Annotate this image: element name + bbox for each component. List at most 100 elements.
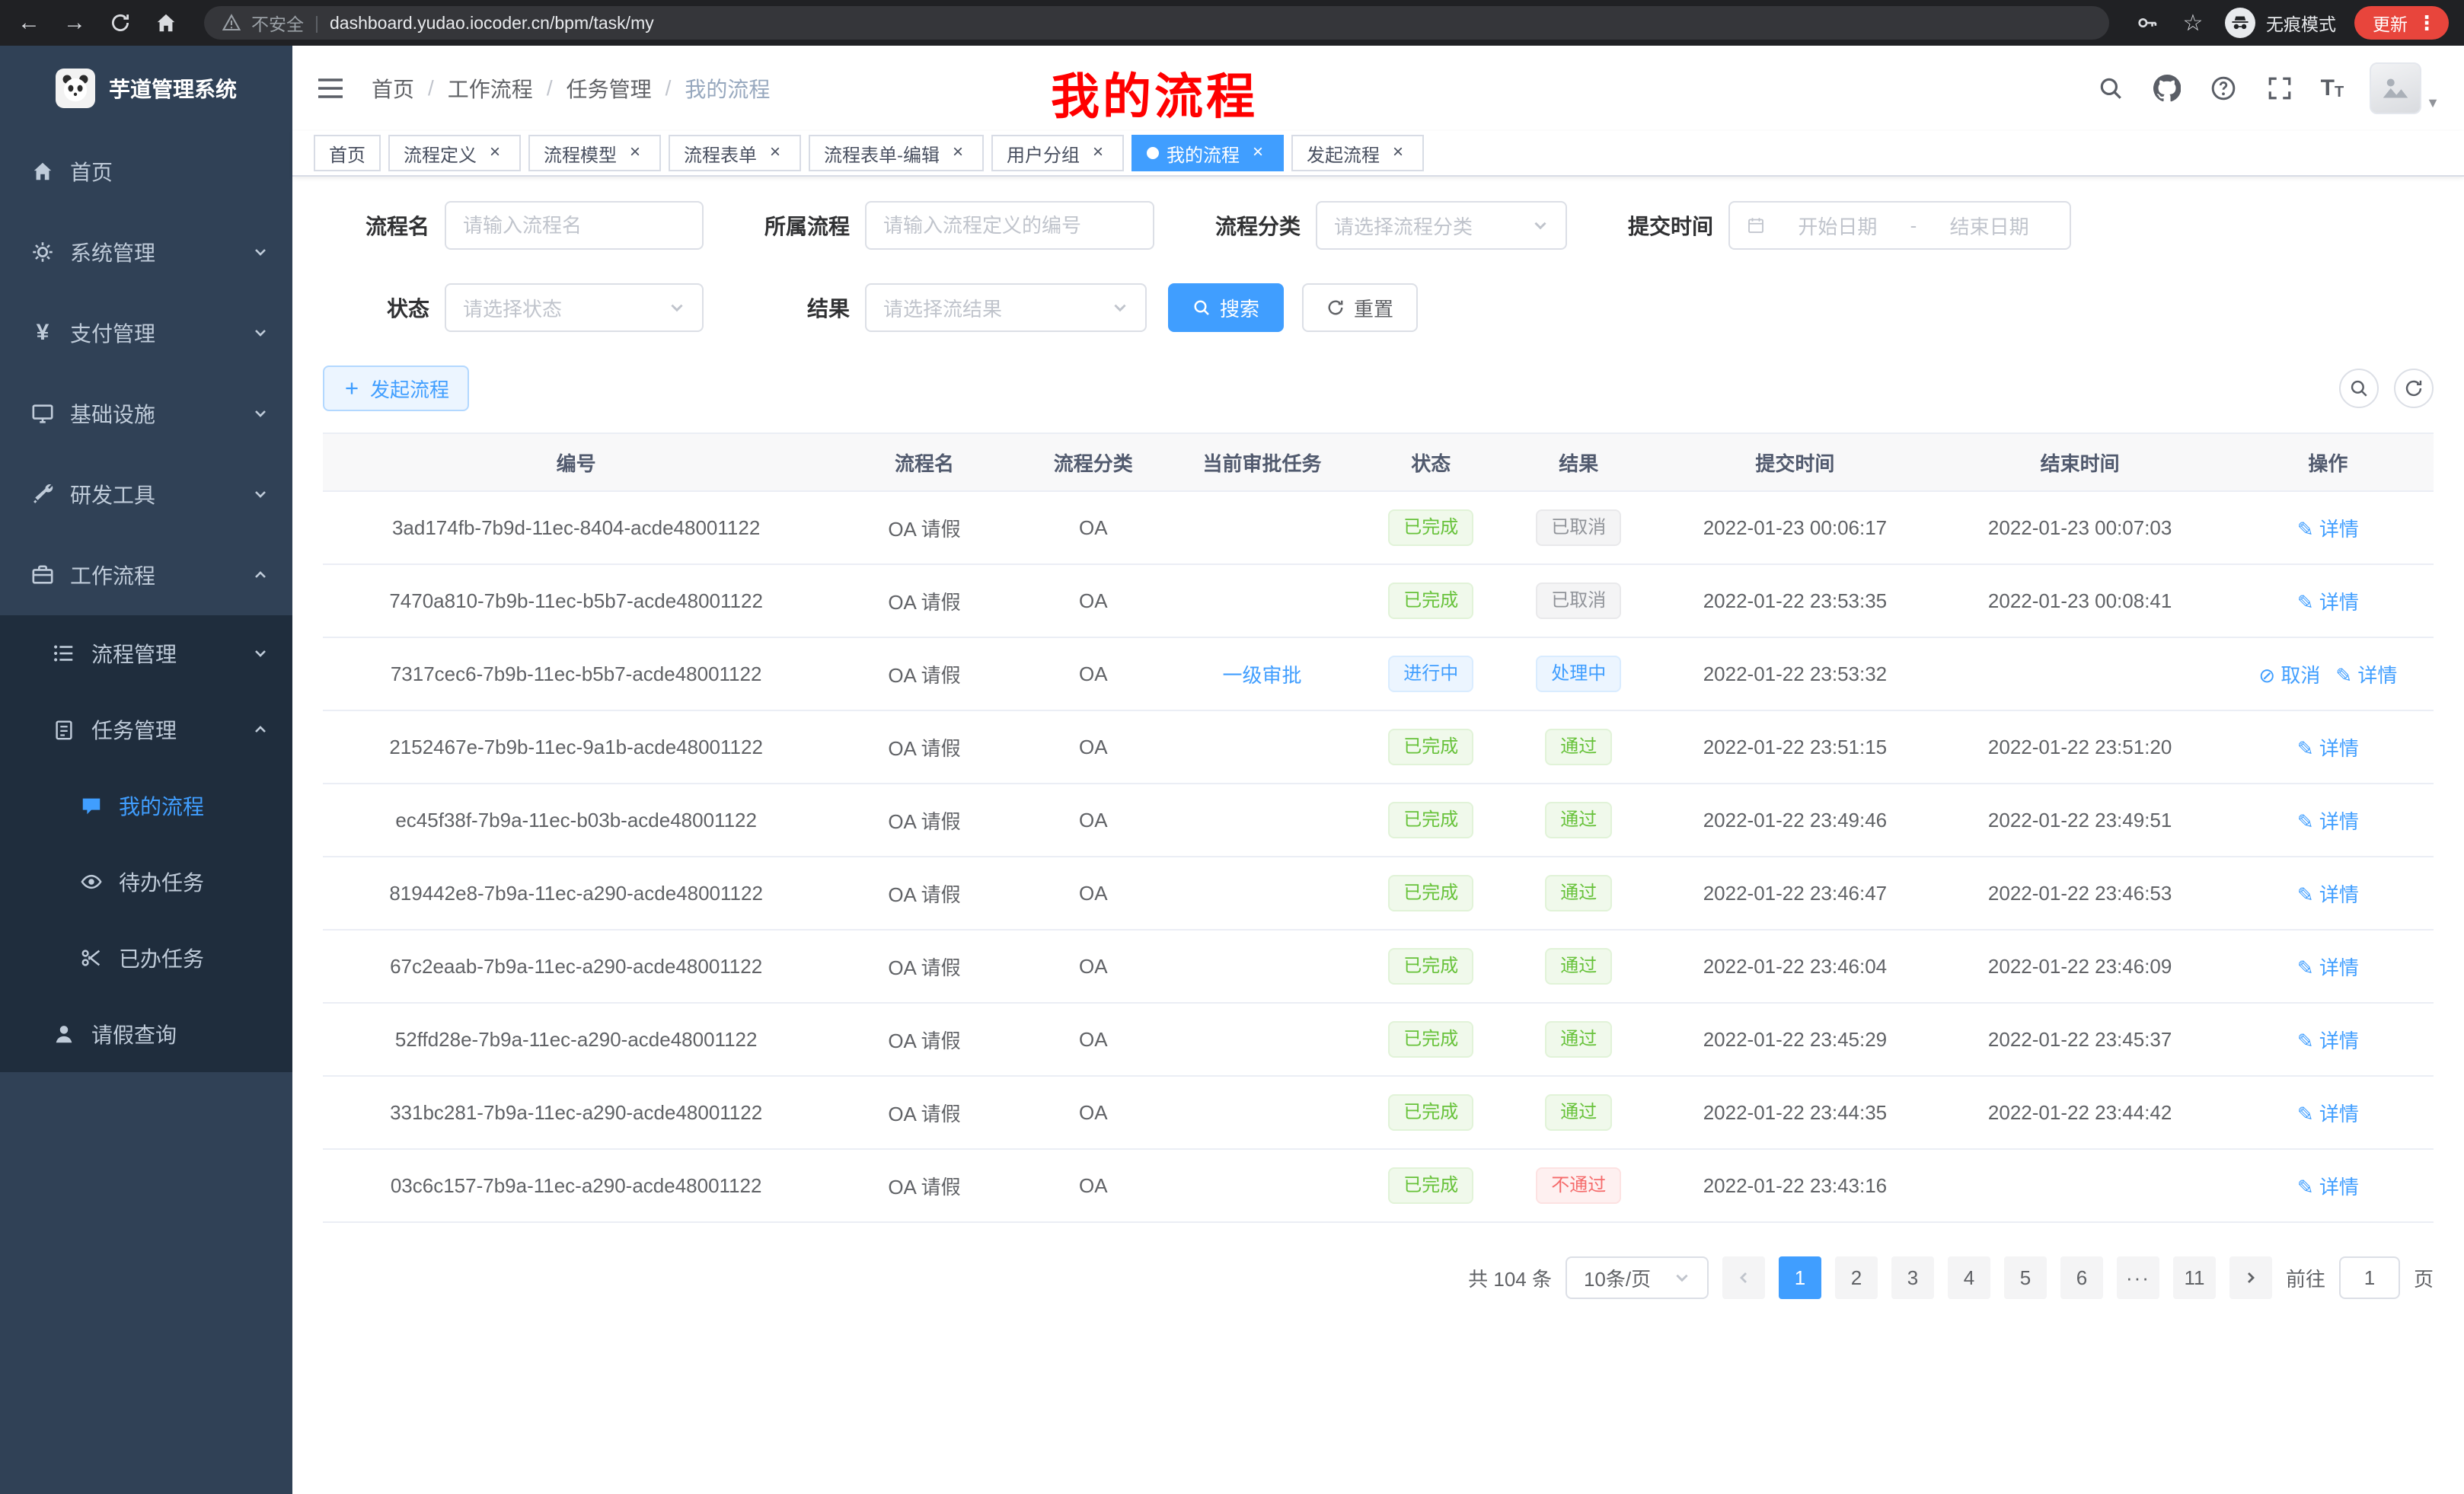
- breadcrumb-workflow[interactable]: 工作流程: [448, 73, 533, 104]
- page-size-select[interactable]: 10条/页: [1566, 1256, 1709, 1299]
- page-button-1[interactable]: 1: [1779, 1256, 1821, 1299]
- search-icon[interactable]: [2095, 73, 2126, 104]
- reset-button[interactable]: 重置: [1302, 283, 1418, 332]
- forward-icon[interactable]: →: [61, 9, 88, 37]
- process-name-input-field[interactable]: [463, 214, 685, 238]
- app-logo[interactable]: 芋道管理系统: [0, 46, 292, 131]
- refresh-table-button[interactable]: [2394, 369, 2434, 408]
- detail-action-link[interactable]: ✎ 详情: [2297, 591, 2359, 614]
- sidebar-item-task-management[interactable]: 任务管理: [0, 691, 292, 768]
- fullscreen-icon[interactable]: [2265, 73, 2295, 104]
- date-range-separator: -: [1910, 214, 1917, 238]
- github-icon[interactable]: [2152, 73, 2182, 104]
- tab-0[interactable]: 首页: [314, 135, 381, 171]
- cell-category: OA: [1020, 564, 1167, 637]
- detail-action-link[interactable]: ✎ 详情: [2297, 956, 2359, 979]
- cancel-action-link[interactable]: ⊘ 取消: [2258, 664, 2320, 687]
- tab-3[interactable]: 流程表单×: [669, 135, 801, 171]
- cell-category: OA: [1020, 784, 1167, 857]
- app-title: 芋道管理系统: [109, 73, 237, 104]
- status-select[interactable]: 请选择状态: [445, 283, 704, 332]
- close-icon[interactable]: ×: [1247, 142, 1269, 164]
- result-select[interactable]: 请选择流结果: [865, 283, 1147, 332]
- goto-page-input[interactable]: [2339, 1256, 2400, 1299]
- tab-2[interactable]: 流程模型×: [528, 135, 661, 171]
- sidebar-item-system[interactable]: 系统管理: [0, 212, 292, 292]
- sidebar-item-done-tasks[interactable]: 已办任务: [0, 920, 292, 996]
- sidebar-item-process-management[interactable]: 流程管理: [0, 615, 292, 691]
- parent-process-input[interactable]: [865, 201, 1154, 250]
- current-task-link[interactable]: 一级审批: [1223, 664, 1302, 687]
- goto-prefix: 前往: [2286, 1264, 2325, 1292]
- tab-6[interactable]: 我的流程×: [1131, 135, 1284, 171]
- detail-action-link[interactable]: ✎ 详情: [2297, 1030, 2359, 1052]
- tags-view: 首页流程定义×流程模型×流程表单×流程表单-编辑×用户分组×我的流程×发起流程×: [292, 131, 2464, 177]
- browser-menu-icon[interactable]: ⋮: [2414, 11, 2440, 35]
- close-icon[interactable]: ×: [1387, 142, 1409, 164]
- result-tag: 处理中: [1536, 656, 1621, 692]
- page-button-2[interactable]: 2: [1835, 1256, 1878, 1299]
- detail-action-link[interactable]: ✎ 详情: [2335, 664, 2397, 687]
- category-select[interactable]: 请选择流程分类: [1316, 201, 1567, 250]
- star-icon[interactable]: ☆: [2179, 9, 2207, 37]
- detail-action-link[interactable]: ✎ 详情: [2297, 1176, 2359, 1199]
- page-button-3[interactable]: 3: [1891, 1256, 1934, 1299]
- sidebar-item-payment[interactable]: ¥ 支付管理: [0, 292, 292, 373]
- cell-current-task: [1167, 784, 1357, 857]
- page-button-5[interactable]: 5: [2004, 1256, 2047, 1299]
- browser-home-icon[interactable]: [152, 9, 180, 37]
- detail-action-link[interactable]: ✎ 详情: [2297, 737, 2359, 760]
- page-button-6[interactable]: 6: [2060, 1256, 2103, 1299]
- close-icon[interactable]: ×: [484, 142, 506, 164]
- font-size-icon[interactable]: TT: [2321, 75, 2344, 101]
- cell-actions: ✎ 详情: [2223, 564, 2434, 637]
- cell-current-task: [1167, 1003, 1357, 1076]
- sidebar-item-todo-tasks[interactable]: 待办任务: [0, 844, 292, 920]
- submit-time-range-picker[interactable]: 开始日期 - 结束日期: [1728, 201, 2071, 250]
- tab-1[interactable]: 流程定义×: [388, 135, 521, 171]
- next-page-button[interactable]: [2229, 1256, 2272, 1299]
- tab-7[interactable]: 发起流程×: [1291, 135, 1424, 171]
- detail-action-link[interactable]: ✎ 详情: [2297, 883, 2359, 906]
- close-icon[interactable]: ×: [947, 142, 969, 164]
- toggle-search-button[interactable]: [2339, 369, 2379, 408]
- back-icon[interactable]: ←: [15, 9, 43, 37]
- sidebar-item-leave-query[interactable]: 请假查询: [0, 996, 292, 1072]
- sidebar-item-my-process[interactable]: 我的流程: [0, 768, 292, 844]
- reload-icon[interactable]: [107, 9, 134, 37]
- sidebar-item-home[interactable]: 首页: [0, 131, 292, 212]
- update-button[interactable]: 更新 ⋮: [2354, 6, 2449, 40]
- help-icon[interactable]: [2208, 73, 2239, 104]
- search-button[interactable]: 搜索: [1168, 283, 1284, 332]
- breadcrumb-task[interactable]: 任务管理: [567, 73, 652, 104]
- incognito-badge[interactable]: 无痕模式: [2225, 8, 2336, 38]
- detail-action-link[interactable]: ✎ 详情: [2297, 518, 2359, 541]
- close-icon[interactable]: ×: [764, 142, 786, 164]
- sidebar-item-infrastructure[interactable]: 基础设施: [0, 373, 292, 454]
- page-content: 流程名 所属流程 流程分类 请选择流程分类 提交时间: [292, 177, 2464, 1494]
- page-button-4[interactable]: 4: [1948, 1256, 1990, 1299]
- filter-label-time: 提交时间: [1604, 210, 1713, 241]
- hamburger-icon[interactable]: [317, 73, 347, 104]
- close-icon[interactable]: ×: [624, 142, 646, 164]
- key-icon[interactable]: [2134, 9, 2161, 37]
- breadcrumb-home[interactable]: 首页: [372, 73, 414, 104]
- address-bar[interactable]: 不安全 | dashboard.yudao.iocoder.cn/bpm/tas…: [204, 6, 2109, 40]
- detail-action-link[interactable]: ✎ 详情: [2297, 1103, 2359, 1125]
- tab-4[interactable]: 流程表单-编辑×: [809, 135, 984, 171]
- detail-action-link[interactable]: ✎ 详情: [2297, 810, 2359, 833]
- close-icon[interactable]: ×: [1087, 142, 1109, 164]
- parent-process-input-field[interactable]: [883, 214, 1136, 238]
- prev-page-button[interactable]: [1722, 1256, 1765, 1299]
- chevron-down-icon: [253, 487, 268, 502]
- sidebar-item-workflow[interactable]: 工作流程: [0, 535, 292, 615]
- user-menu[interactable]: ▼: [2370, 62, 2440, 114]
- screen: ← → 不安全 | dashboard.yudao.iocoder.cn/bpm…: [0, 0, 2464, 1494]
- tab-5[interactable]: 用户分组×: [991, 135, 1124, 171]
- page-ellipsis[interactable]: ···: [2117, 1256, 2159, 1299]
- process-name-input[interactable]: [445, 201, 704, 250]
- sidebar-item-devtools[interactable]: 研发工具: [0, 454, 292, 535]
- cell-end-time: 2022-01-23 00:07:03: [1938, 491, 2223, 564]
- create-process-button[interactable]: 发起流程: [323, 366, 469, 411]
- page-button-11[interactable]: 11: [2173, 1256, 2216, 1299]
